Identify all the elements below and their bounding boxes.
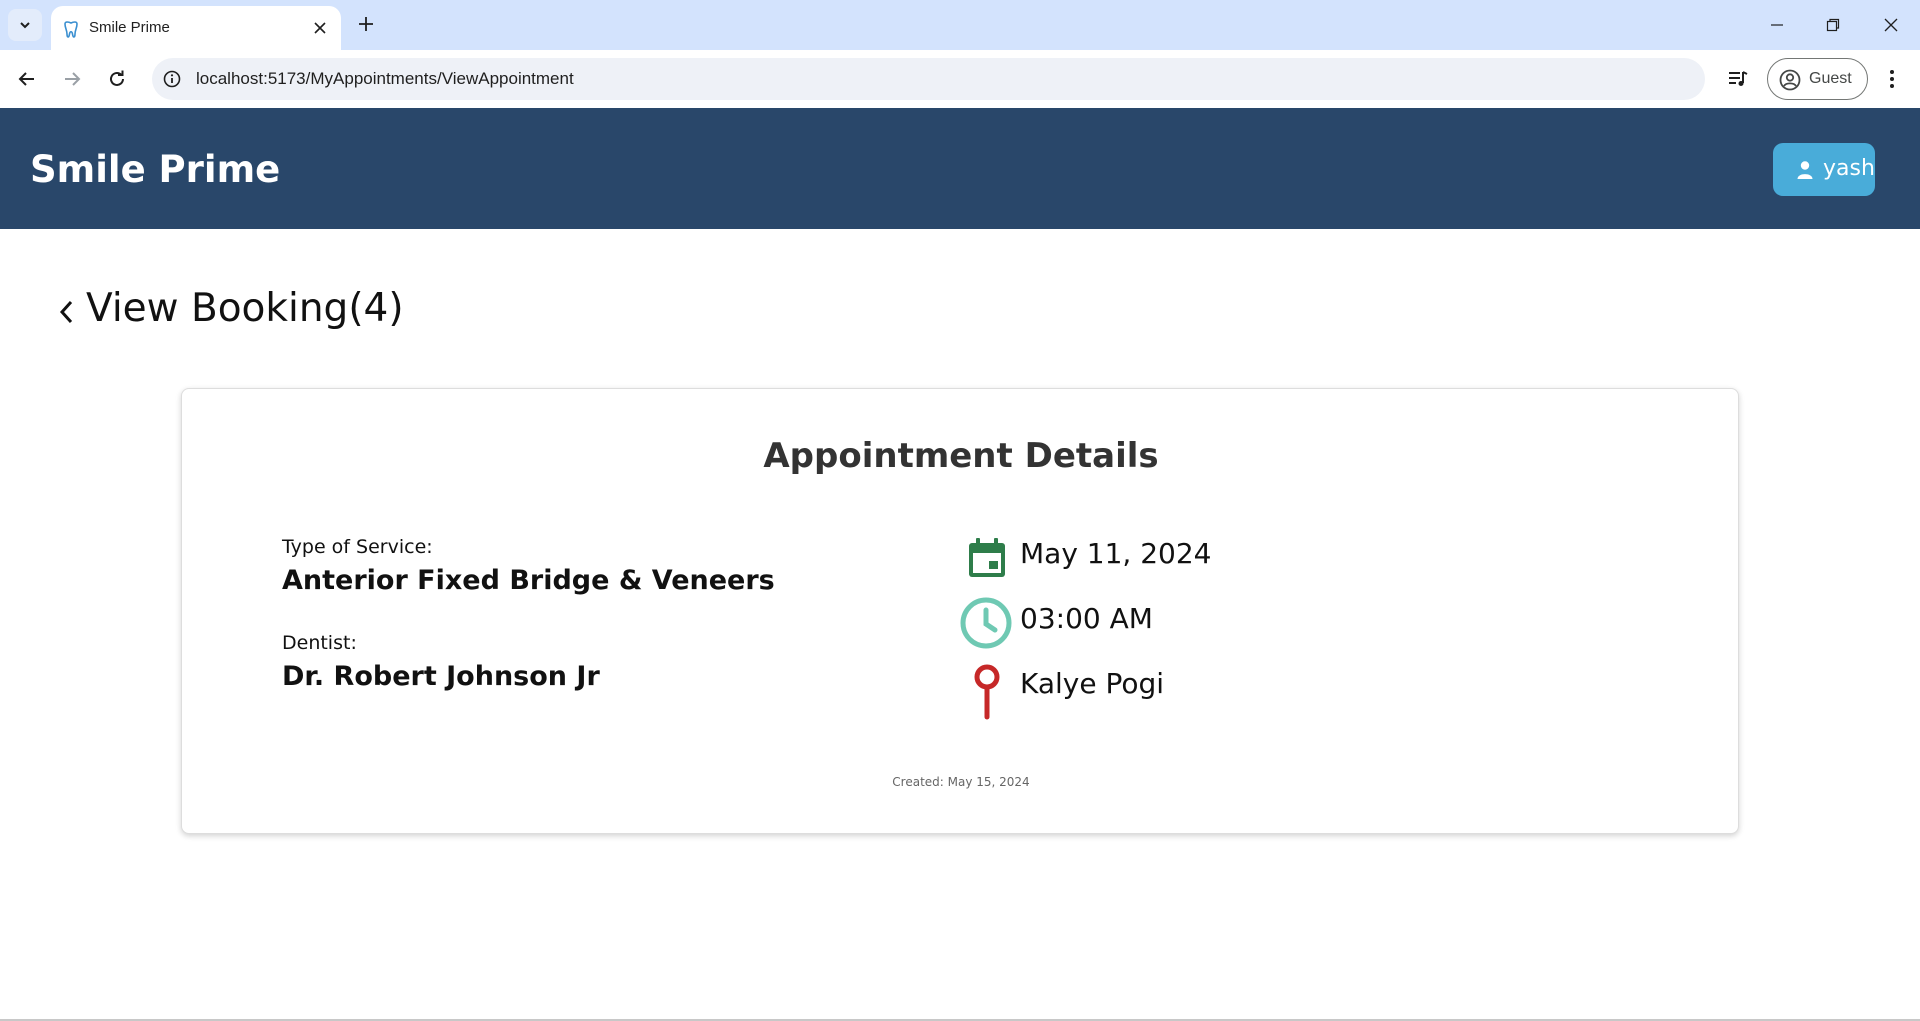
media-control-button[interactable] [1724,65,1752,93]
new-tab-button[interactable] [354,12,378,36]
restore-button[interactable] [1818,10,1848,40]
back-button[interactable] [12,64,42,94]
reload-button[interactable] [102,64,132,94]
kebab-menu-icon [1890,70,1894,88]
address-url[interactable]: localhost:5173/MyAppointments/ViewAppoin… [196,69,574,89]
restore-icon [1826,18,1840,32]
close-icon [314,22,326,34]
appointment-location: Kalye Pogi [1020,667,1165,700]
service-value: Anterior Fixed Bridge & Veneers [282,565,775,596]
tab-strip: Smile Prime [0,0,1920,50]
profile-icon [1779,69,1801,91]
appointment-time: 03:00 AM [1020,602,1153,635]
dentist-label: Dentist: [282,632,357,654]
tab-search-button[interactable] [8,9,42,41]
plus-icon [359,17,373,31]
back-to-bookings-button[interactable] [54,297,78,327]
service-label: Type of Service: [282,536,433,558]
appointment-date: May 11, 2024 [1020,537,1212,570]
info-icon[interactable] [162,69,182,89]
dentist-value: Dr. Robert Johnson Jr [282,661,600,692]
person-icon [1797,161,1813,179]
user-menu-button[interactable]: yash [1773,143,1875,196]
appointment-card: Appointment Details Type of Service: Ant… [181,388,1739,834]
close-icon [1884,18,1898,32]
forward-arrow-icon [65,72,81,86]
reload-icon [110,70,124,86]
app-header: Smile Prime yash [0,108,1920,229]
brand-logo-text[interactable]: Smile Prime [30,148,280,191]
forward-button[interactable] [57,64,87,94]
chevron-left-icon [59,300,73,324]
user-name: yash [1823,156,1875,181]
profile-button[interactable]: Guest [1767,58,1868,100]
chevron-down-icon [20,22,30,29]
window-close-button[interactable] [1876,10,1906,40]
clock-icon [960,597,1012,649]
browser-toolbar: localhost:5173/MyAppointments/ViewAppoin… [0,50,1920,108]
profile-label: Guest [1809,70,1852,87]
tooth-icon [64,21,78,38]
created-date: Created: May 15, 2024 [892,775,1030,789]
media-control-icon [1729,71,1748,86]
browser-menu-button[interactable] [1880,65,1904,93]
browser-tab[interactable]: Smile Prime [51,6,341,50]
calendar-icon [969,538,1005,577]
page-title: View Booking(4) [86,286,404,331]
tab-title: Smile Prime [89,19,170,36]
minimize-icon [1771,24,1783,26]
card-heading: Appointment Details [763,436,1159,476]
tab-close-button[interactable] [311,19,329,37]
address-bar[interactable]: localhost:5173/MyAppointments/ViewAppoin… [152,58,1705,100]
map-pin-icon [974,664,1000,720]
back-arrow-icon [18,72,34,86]
minimize-button[interactable] [1762,10,1792,40]
